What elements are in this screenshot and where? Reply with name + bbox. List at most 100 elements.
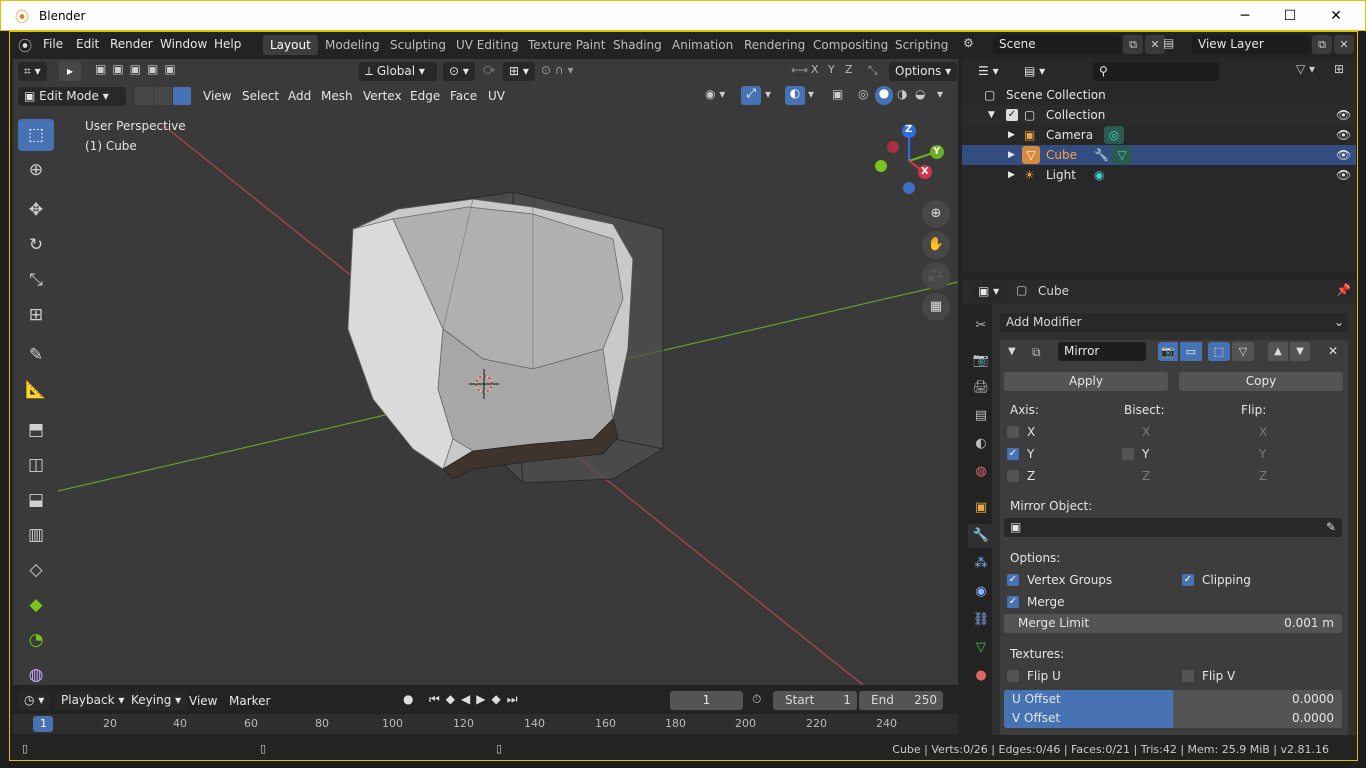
- copy-button[interactable]: Copy: [1179, 372, 1343, 391]
- mirror-axis-icon[interactable]: ⟷: [791, 63, 808, 77]
- mode-dropdown[interactable]: ▣ Edit Mode ▾: [18, 87, 126, 106]
- merge-checkbox[interactable]: ✓: [1007, 596, 1019, 608]
- scene-icon[interactable]: ⚙: [963, 36, 974, 50]
- delete-view-layer-icon[interactable]: ✕: [1334, 35, 1354, 54]
- timeline-menu-view[interactable]: View: [189, 694, 217, 708]
- axis-lock-y[interactable]: Y: [828, 63, 835, 76]
- proportional-edit-icon[interactable]: ⊙ ∩ ▾: [541, 63, 574, 77]
- solid-shading-icon[interactable]: ●: [875, 86, 893, 105]
- menu-render[interactable]: Render: [110, 37, 153, 51]
- keying-dropdown[interactable]: Keying ▾: [125, 691, 188, 710]
- modifier-name-input[interactable]: Mirror: [1058, 342, 1146, 361]
- move-up-icon[interactable]: ▲: [1268, 342, 1288, 361]
- tab-rendering[interactable]: Rendering: [737, 35, 812, 55]
- current-frame-field[interactable]: 1: [670, 691, 743, 710]
- viewport-toggle-icon[interactable]: ▭: [1180, 342, 1202, 361]
- outliner-row-light[interactable]: ▶ ☀ Light ◉ 👁: [962, 165, 1356, 185]
- axis-y-checkbox[interactable]: ✓: [1007, 448, 1019, 460]
- eyedropper-icon[interactable]: ✎: [1326, 520, 1336, 534]
- light-data-icon[interactable]: ◉: [1094, 165, 1104, 185]
- gizmo-z-label[interactable]: Z: [905, 124, 912, 135]
- gizmo-dropdown-icon[interactable]: ▾: [765, 87, 771, 101]
- visibility-icon[interactable]: ◉ ▾: [705, 87, 725, 101]
- bisect-x-checkbox[interactable]: [1122, 426, 1134, 438]
- bisect-z-checkbox[interactable]: [1122, 470, 1134, 482]
- material-tab-icon[interactable]: ●: [968, 664, 994, 688]
- bevel-icon[interactable]: ⬓: [18, 484, 54, 516]
- eye-icon[interactable]: 👁: [1336, 145, 1351, 165]
- end-frame-field[interactable]: End 250: [859, 691, 943, 710]
- measure-icon[interactable]: 📐: [18, 374, 54, 406]
- knife-icon[interactable]: ◇: [18, 554, 54, 586]
- flip-u-checkbox[interactable]: [1007, 670, 1019, 682]
- close-button[interactable]: ✕: [1313, 1, 1359, 31]
- snap-target-dropdown[interactable]: ⊞ ▾: [503, 62, 535, 81]
- minimize-button[interactable]: ─: [1222, 1, 1268, 31]
- collapse-arrow-icon[interactable]: ▼: [1008, 346, 1016, 357]
- menu-help[interactable]: Help: [214, 37, 241, 51]
- use-preview-range-icon[interactable]: ⏱: [752, 692, 761, 707]
- vertex-select-icon[interactable]: [135, 87, 153, 105]
- tab-layout[interactable]: Layout: [263, 35, 318, 55]
- vertex-groups-checkbox[interactable]: ✓: [1007, 574, 1019, 586]
- expand-arrow-icon[interactable]: ▶: [1008, 165, 1015, 185]
- tab-scripting[interactable]: Scripting: [888, 35, 955, 55]
- axis-x-checkbox[interactable]: [1007, 426, 1019, 438]
- eye-icon[interactable]: 👁: [1336, 125, 1351, 145]
- scale-icon[interactable]: ⤡: [18, 264, 54, 296]
- vp-menu-add[interactable]: Add: [288, 89, 311, 103]
- modifier-tab-icon[interactable]: 🔧: [968, 524, 994, 548]
- gizmo-x-label[interactable]: X: [921, 166, 929, 177]
- apply-button[interactable]: Apply: [1004, 372, 1168, 391]
- tab-sculpting[interactable]: Sculpting: [383, 35, 453, 55]
- start-frame-field[interactable]: Start 1: [773, 691, 857, 710]
- on-cage-toggle-icon[interactable]: ▽: [1232, 342, 1254, 361]
- render-toggle-icon[interactable]: 📷: [1158, 342, 1178, 361]
- xray-icon[interactable]: ▣: [832, 87, 843, 101]
- tab-uv-editing[interactable]: UV Editing: [449, 35, 526, 55]
- pivot-dropdown[interactable]: ⊙ ▾: [443, 62, 475, 81]
- auto-merge-icon[interactable]: ⤡: [868, 63, 878, 78]
- vp-menu-uv[interactable]: UV: [488, 89, 505, 103]
- tab-texture-paint[interactable]: Texture Paint: [521, 35, 612, 55]
- new-collection-icon[interactable]: ⊞: [1334, 62, 1344, 76]
- camera-view-icon[interactable]: 🎥: [922, 262, 950, 290]
- expand-arrow-icon[interactable]: ▶: [1008, 145, 1015, 165]
- new-view-layer-icon[interactable]: ⧉: [1312, 35, 1332, 54]
- u-offset-slider[interactable]: U Offset 0.0000: [1004, 690, 1342, 709]
- constraints-tab-icon[interactable]: ⛓: [968, 608, 994, 632]
- output-tab-icon[interactable]: 🖨: [968, 376, 994, 400]
- select-tool-icon[interactable]: ▸: [59, 61, 81, 81]
- delete-scene-icon[interactable]: ✕: [1145, 35, 1165, 54]
- outliner-row-cube[interactable]: ▶ ▽ Cube 🔧 ▽ 👁: [962, 145, 1356, 165]
- gizmo-y-label[interactable]: Y: [933, 146, 940, 157]
- record-icon[interactable]: ●: [403, 692, 413, 706]
- timeline-editor-icon[interactable]: ◷ ▾: [18, 691, 51, 710]
- tab-compositing[interactable]: Compositing: [806, 35, 895, 55]
- move-icon[interactable]: ✥: [18, 194, 54, 226]
- flip-z-checkbox[interactable]: [1239, 470, 1251, 482]
- flip-y-checkbox[interactable]: [1239, 448, 1251, 460]
- menu-window[interactable]: Window: [160, 37, 207, 51]
- clipping-checkbox[interactable]: ✓: [1182, 574, 1194, 586]
- cursor-icon[interactable]: ⊕: [18, 154, 54, 186]
- playback-controls[interactable]: ⏮◆◀▶◆⏭: [429, 692, 524, 707]
- filter-icon[interactable]: ▽ ▾: [1296, 62, 1315, 76]
- menu-file[interactable]: File: [43, 37, 63, 51]
- select-mode-icons[interactable]: ▣▣▣▣▣: [95, 62, 195, 80]
- outliner-row-camera[interactable]: ▶ ▣ Camera ◎ 👁: [962, 125, 1356, 145]
- rotate-icon[interactable]: ↻: [18, 229, 54, 261]
- rendered-shading-icon[interactable]: ◒: [915, 87, 925, 101]
- scene-name-field[interactable]: Scene: [993, 35, 1121, 54]
- object-tab-icon[interactable]: ▣: [968, 496, 994, 520]
- view-layer-field[interactable]: View Layer: [1192, 35, 1310, 54]
- menu-edit[interactable]: Edit: [76, 37, 99, 51]
- snap-icon[interactable]: ⧂: [483, 63, 495, 78]
- select-box-icon[interactable]: ⬚: [18, 119, 54, 151]
- axis-lock-x[interactable]: X: [811, 63, 819, 76]
- flip-v-checkbox[interactable]: [1182, 670, 1194, 682]
- blender-menu-icon[interactable]: ⦿: [18, 36, 32, 56]
- annotate-icon[interactable]: ✎: [18, 339, 54, 371]
- add-modifier-dropdown[interactable]: Add Modifier ⌄: [1000, 313, 1348, 332]
- data-tab-icon[interactable]: ▽: [968, 636, 994, 660]
